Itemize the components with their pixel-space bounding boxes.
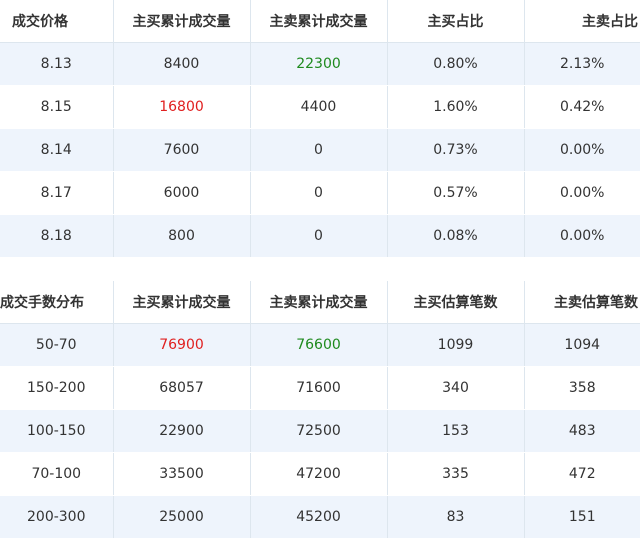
- table-cell: 0: [250, 214, 388, 258]
- column-header-sell-volume[interactable]: 主卖累计成交量: [250, 281, 388, 324]
- table-cell: 483: [524, 409, 640, 453]
- table-cell: 6000: [113, 171, 251, 215]
- table-cell: 16800: [113, 85, 251, 129]
- column-header-buy-ratio[interactable]: 主买占比: [387, 0, 525, 43]
- table-row: 8.14 7600 0 0.73% 0.00%: [0, 128, 640, 172]
- table-cell: 200-300: [0, 495, 114, 539]
- table-row: 8.13 8400 22300 0.80% 2.13%: [0, 42, 640, 86]
- table-cell: 0.00%: [524, 214, 640, 258]
- table-cell: 0: [250, 128, 388, 172]
- table-cell: 0.00%: [524, 128, 640, 172]
- table-cell: 76600: [250, 323, 388, 367]
- lot-size-distribution-table: 成交手数分布 主买累计成交量 主卖累计成交量 主买估算笔数 主卖估算笔数 50-…: [0, 281, 640, 539]
- table-cell: 0.57%: [387, 171, 525, 215]
- table-row: 8.17 6000 0 0.57% 0.00%: [0, 171, 640, 215]
- column-header-sell-count[interactable]: 主卖估算笔数: [524, 281, 640, 324]
- table-cell: 153: [387, 409, 525, 453]
- table-cell: 1099: [387, 323, 525, 367]
- table-cell: 340: [387, 366, 525, 410]
- table-cell: 70-100: [0, 452, 114, 496]
- column-header-lot-size[interactable]: 成交手数分布: [0, 281, 114, 324]
- table-cell: 33500: [113, 452, 251, 496]
- table-cell: 45200: [250, 495, 388, 539]
- table-cell: 0: [250, 171, 388, 215]
- table-cell: 472: [524, 452, 640, 496]
- table-cell: 22300: [250, 42, 388, 86]
- table-cell: 25000: [113, 495, 251, 539]
- table-cell: 2.13%: [524, 42, 640, 86]
- table-cell: 8.15: [0, 85, 114, 129]
- table-cell: 7600: [113, 128, 251, 172]
- table-spacer: [0, 261, 640, 281]
- column-header-sell-ratio[interactable]: 主卖占比: [524, 0, 640, 43]
- column-header-buy-count[interactable]: 主买估算笔数: [387, 281, 525, 324]
- table-cell: 8.18: [0, 214, 114, 258]
- table-cell: 0.80%: [387, 42, 525, 86]
- table-cell: 150-200: [0, 366, 114, 410]
- table-cell: 100-150: [0, 409, 114, 453]
- price-distribution-table: 成交价格 主买累计成交量 主卖累计成交量 主买占比 主卖占比 8.13 8400…: [0, 0, 640, 258]
- table-row: 200-300 25000 45200 83 151: [0, 495, 640, 539]
- table-row: 50-70 76900 76600 1099 1094: [0, 323, 640, 367]
- table-header-row: 成交价格 主买累计成交量 主卖累计成交量 主买占比 主卖占比: [0, 0, 640, 43]
- table-cell: 8.17: [0, 171, 114, 215]
- table-row: 100-150 22900 72500 153 483: [0, 409, 640, 453]
- table-row: 8.18 800 0 0.08% 0.00%: [0, 214, 640, 258]
- table-cell: 335: [387, 452, 525, 496]
- column-header-buy-volume[interactable]: 主买累计成交量: [113, 281, 251, 324]
- table-cell: 83: [387, 495, 525, 539]
- table-cell: 0.08%: [387, 214, 525, 258]
- table-row: 70-100 33500 47200 335 472: [0, 452, 640, 496]
- table-header-row: 成交手数分布 主买累计成交量 主卖累计成交量 主买估算笔数 主卖估算笔数: [0, 281, 640, 324]
- table-cell: 358: [524, 366, 640, 410]
- table-row: 8.15 16800 4400 1.60% 0.42%: [0, 85, 640, 129]
- table-cell: 72500: [250, 409, 388, 453]
- table-cell: 76900: [113, 323, 251, 367]
- column-header-sell-volume[interactable]: 主卖累计成交量: [250, 0, 388, 43]
- table-cell: 151: [524, 495, 640, 539]
- table-cell: 800: [113, 214, 251, 258]
- table-cell: 1094: [524, 323, 640, 367]
- table-cell: 8.14: [0, 128, 114, 172]
- table-cell: 1.60%: [387, 85, 525, 129]
- table-cell: 8400: [113, 42, 251, 86]
- table-cell: 47200: [250, 452, 388, 496]
- table-cell: 4400: [250, 85, 388, 129]
- table-cell: 50-70: [0, 323, 114, 367]
- table-cell: 22900: [113, 409, 251, 453]
- column-header-price[interactable]: 成交价格: [0, 0, 114, 43]
- column-header-buy-volume[interactable]: 主买累计成交量: [113, 0, 251, 43]
- table-row: 150-200 68057 71600 340 358: [0, 366, 640, 410]
- table-cell: 0.00%: [524, 171, 640, 215]
- table-cell: 71600: [250, 366, 388, 410]
- table-cell: 0.73%: [387, 128, 525, 172]
- table-cell: 0.42%: [524, 85, 640, 129]
- table-cell: 68057: [113, 366, 251, 410]
- table-cell: 8.13: [0, 42, 114, 86]
